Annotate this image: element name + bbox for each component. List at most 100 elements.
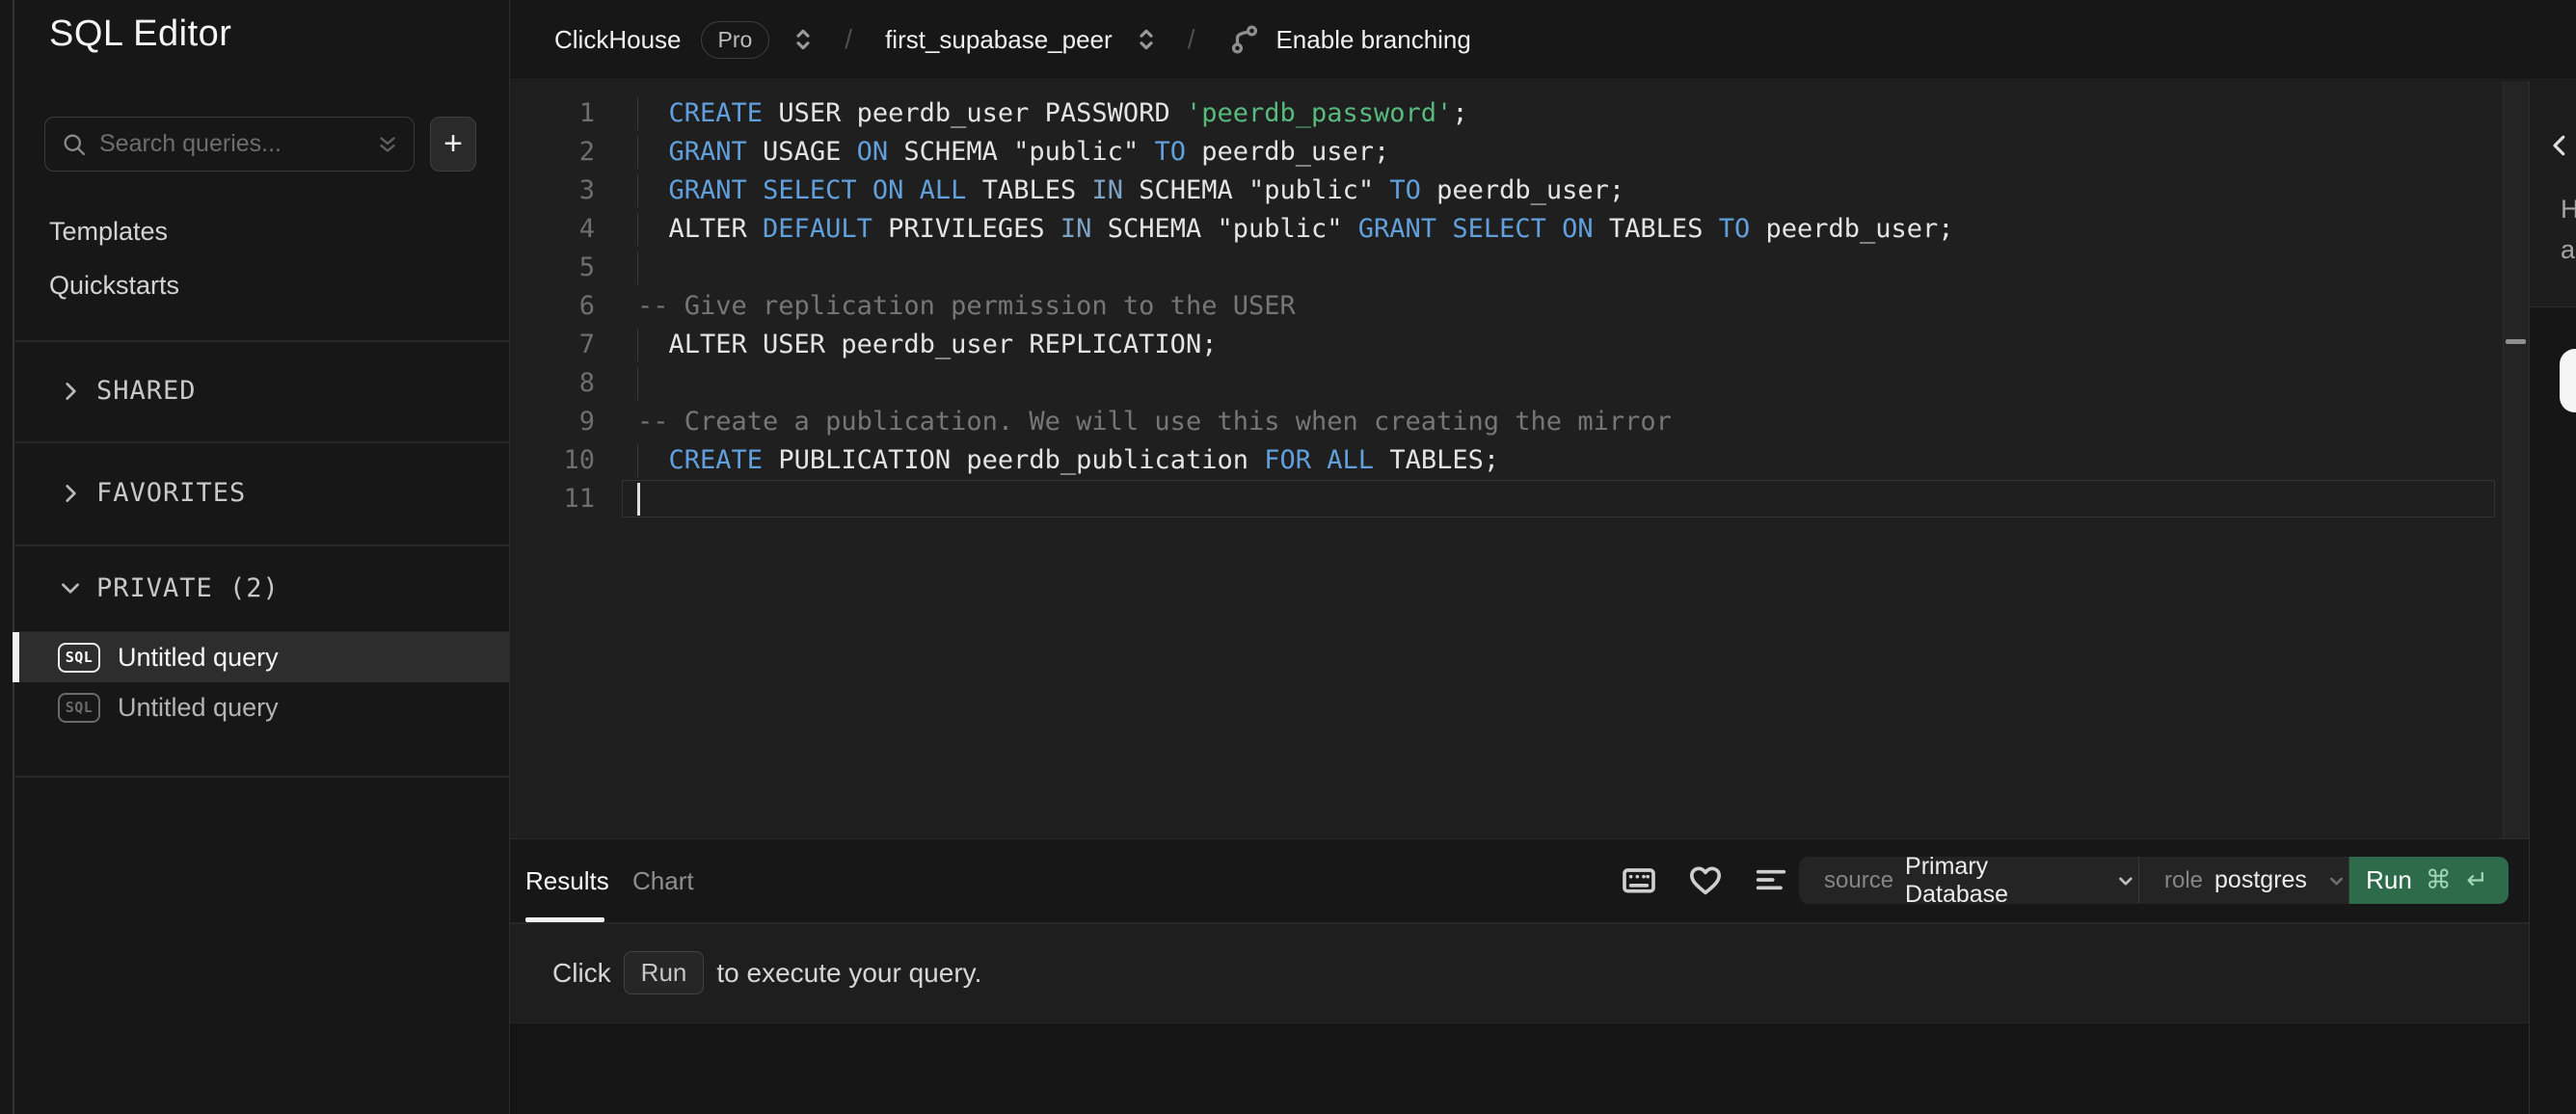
section-header-shared[interactable]: SHARED	[14, 340, 509, 441]
line-number: 6	[578, 291, 595, 321]
breadcrumb-query-name[interactable]: first_supabase_peer	[885, 25, 1113, 55]
query-list-item[interactable]: SQL Untitled query	[13, 632, 509, 682]
format-query-button[interactable]	[1750, 859, 1792, 901]
source-selector[interactable]: source Primary Database	[1799, 857, 2139, 904]
line-number: 4	[578, 214, 595, 244]
results-panel: Results Chart source Primary Database ro…	[510, 838, 2529, 1114]
message-prefix: Click	[552, 957, 611, 988]
code-text: GRANT USAGE ON SCHEMA "public" TO peerdb…	[668, 137, 1390, 167]
tab-label: Results	[525, 865, 609, 895]
run-button[interactable]: Run ⌘ ↵	[2349, 857, 2509, 904]
collapse-panel-icon[interactable]	[2545, 131, 2574, 160]
breadcrumb: ClickHouse Pro / first_supabase_peer / E…	[554, 20, 1471, 59]
code-text: GRANT SELECT ON ALL TABLES IN SCHEMA "pu…	[668, 175, 1625, 205]
line-number: 3	[578, 175, 595, 205]
line-number: 5	[578, 252, 595, 282]
role-value: postgres	[2214, 866, 2307, 893]
right-rail-button[interactable]	[2560, 349, 2576, 412]
search-box[interactable]	[44, 117, 415, 172]
role-selector[interactable]: role postgres	[2139, 857, 2349, 904]
scrollbar-marker	[2506, 339, 2526, 344]
indent-guide	[637, 367, 638, 400]
sidebar: SQL Editor + Templates Quickstarts SHARE…	[13, 0, 510, 1114]
query-list-item[interactable]: SQL Untitled query	[14, 682, 509, 732]
right-rail-text: H	[2561, 195, 2576, 225]
code-editor[interactable]: 1 CREATE USER peerdb_user PASSWORD 'peer…	[510, 81, 2503, 838]
nav-label: Templates	[49, 216, 169, 246]
run-label: Run	[2366, 865, 2412, 894]
code-line[interactable]: 1 CREATE USER peerdb_user PASSWORD 'peer…	[510, 94, 2503, 133]
top-bar: ClickHouse Pro / first_supabase_peer / E…	[510, 0, 2576, 80]
code-line[interactable]: 8	[510, 364, 2503, 403]
chevron-up-down-icon[interactable]	[789, 25, 818, 54]
line-number: 7	[578, 330, 595, 359]
code-line[interactable]: 3 GRANT SELECT ON ALL TABLES IN SCHEMA "…	[510, 172, 2503, 210]
search-icon	[64, 134, 86, 155]
line-number: 1	[578, 98, 595, 128]
enable-branching-button[interactable]: Enable branching	[1227, 22, 1471, 57]
text-cursor	[637, 483, 640, 516]
code-line[interactable]: 10 CREATE PUBLICATION peerdb_publication…	[510, 441, 2503, 480]
keyboard-icon	[1623, 868, 1655, 893]
code-line[interactable]: 5	[510, 249, 2503, 287]
section-label: SHARED	[96, 376, 197, 406]
right-rail-panel: H a	[2529, 81, 2576, 1114]
query-title: Untitled query	[118, 692, 279, 722]
tab-results[interactable]: Results	[525, 839, 609, 922]
code-line[interactable]: 11	[510, 480, 2503, 518]
source-value: Primary Database	[1905, 857, 2009, 904]
code-text: ALTER DEFAULT PRIVILEGES IN SCHEMA "publ…	[637, 214, 1954, 244]
code-text: CREATE PUBLICATION peerdb_publication FO…	[668, 445, 1500, 475]
code-line[interactable]: 4 ALTER DEFAULT PRIVILEGES IN SCHEMA "pu…	[510, 210, 2503, 249]
code-text: ALTER USER peerdb_user REPLICATION;	[637, 330, 1218, 359]
section-label: FAVORITES	[96, 478, 247, 508]
new-query-button[interactable]: +	[430, 117, 476, 172]
run-kbd-hint[interactable]: Run	[623, 951, 705, 995]
keyboard-shortcuts-button[interactable]	[1618, 859, 1660, 901]
heart-icon	[1690, 866, 1721, 895]
code-line[interactable]: 9 -- Create a publication. We will use th…	[510, 403, 2503, 441]
editor-scrollbar[interactable]	[2503, 81, 2529, 838]
plan-badge[interactable]: Pro	[700, 20, 770, 59]
chevron-down-icon	[2119, 877, 2133, 886]
breadcrumb-service: ClickHouse	[554, 24, 682, 54]
cmd-enter-shortcut: ⌘ ↵	[2425, 865, 2492, 894]
code-text: -- Give replication permission to the US…	[637, 291, 1296, 321]
git-branch-icon	[1232, 25, 1258, 54]
chevron-right-icon	[66, 484, 76, 502]
enable-branching-label: Enable branching	[1275, 24, 1471, 54]
code-line[interactable]: 6 -- Give replication permission to the U…	[510, 287, 2503, 326]
sql-file-icon: SQL	[58, 642, 100, 673]
favorite-button[interactable]	[1684, 859, 1727, 901]
sidebar-item-templates[interactable]: Templates	[14, 212, 509, 251]
chevron-right-icon	[66, 382, 76, 400]
section-header-favorites[interactable]: FAVORITES	[14, 441, 509, 544]
right-rail-lower	[2530, 307, 2576, 1114]
results-message-area: Click Run to execute your query.	[510, 923, 2529, 1022]
divider	[14, 776, 509, 778]
sql-file-icon: SQL	[58, 692, 100, 723]
line-number: 10	[563, 445, 595, 475]
run-controls-group: source Primary Database role postgres Ru…	[1799, 857, 2509, 904]
code-text: CREATE USER peerdb_user PASSWORD 'peerdb…	[668, 98, 1468, 128]
source-label: source	[1824, 866, 1894, 893]
code-line[interactable]: 7 ALTER USER peerdb_user REPLICATION;	[510, 326, 2503, 364]
page-title: SQL Editor	[49, 13, 232, 54]
line-number: 8	[578, 368, 595, 398]
section-header-private[interactable]: PRIVATE (2)	[14, 544, 509, 631]
chevron-down-icon	[2329, 877, 2343, 885]
tab-chart[interactable]: Chart	[632, 839, 694, 922]
sidebar-item-quickstarts[interactable]: Quickstarts	[14, 266, 509, 305]
indent-guide	[637, 252, 638, 284]
code-line[interactable]: 2 GRANT USAGE ON SCHEMA "public" TO peer…	[510, 133, 2503, 172]
line-number: 2	[578, 137, 595, 167]
chevron-up-down-icon[interactable]	[1132, 25, 1161, 54]
query-title: Untitled query	[118, 642, 279, 672]
tab-label: Chart	[632, 865, 694, 895]
nav-label: Quickstarts	[49, 270, 180, 300]
breadcrumb-separator: /	[1187, 24, 1195, 54]
double-chevron-down-icon	[380, 136, 395, 152]
search-input[interactable]	[99, 130, 375, 158]
results-tab-bar: Results Chart source Primary Database ro…	[510, 839, 2529, 922]
code-lines: 1 CREATE USER peerdb_user PASSWORD 'peer…	[510, 94, 2503, 518]
